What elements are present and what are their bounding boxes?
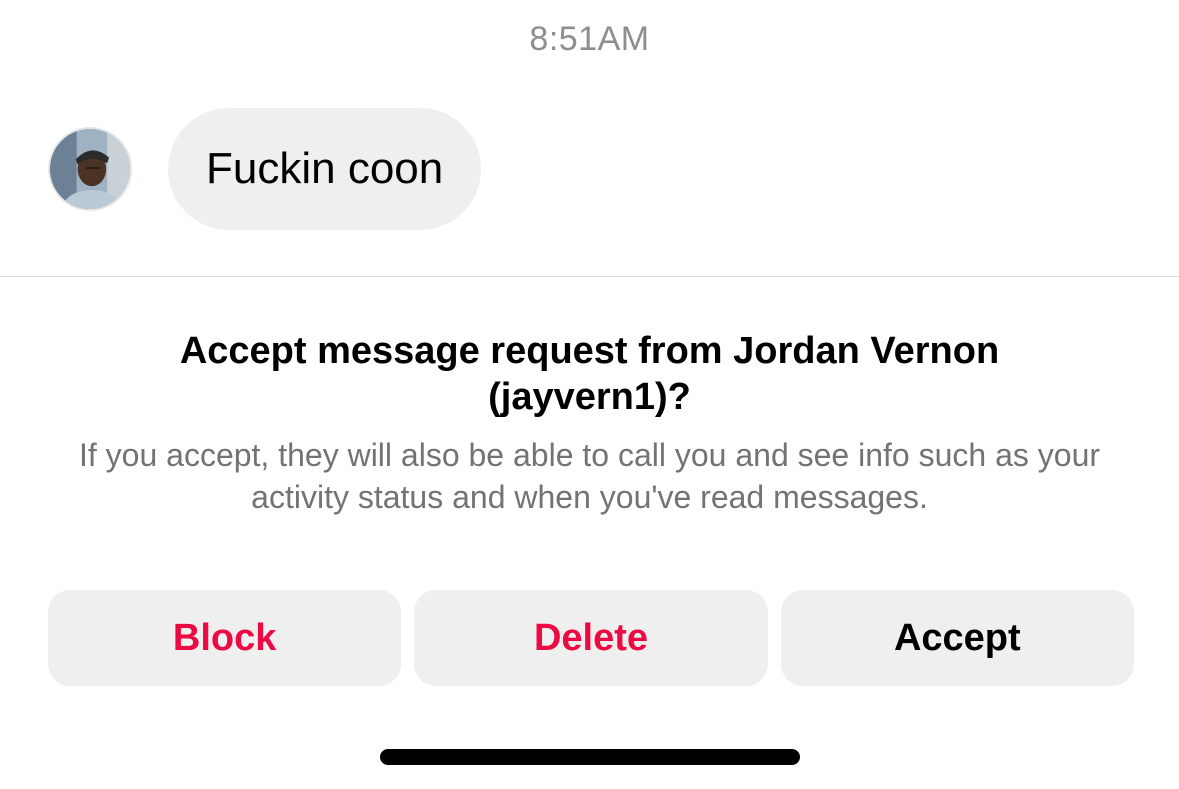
request-title: Accept message request from Jordan Verno…	[179, 330, 1000, 418]
delete-button[interactable]: Delete	[414, 590, 768, 686]
request-description: If you accept, they will also be able to…	[78, 437, 1101, 515]
request-actions: Block Delete Accept	[48, 590, 1134, 686]
message-bubble[interactable]: Fuckin coon	[168, 108, 482, 230]
home-indicator[interactable]	[380, 749, 800, 765]
profile-photo-icon	[50, 129, 130, 209]
block-button[interactable]: Block	[48, 590, 402, 686]
message-row: Fuckin coon	[48, 108, 482, 230]
sender-avatar[interactable]	[48, 127, 132, 211]
message-timestamp: 8:51AM	[529, 20, 650, 58]
divider	[0, 276, 1179, 277]
accept-button[interactable]: Accept	[780, 590, 1134, 686]
